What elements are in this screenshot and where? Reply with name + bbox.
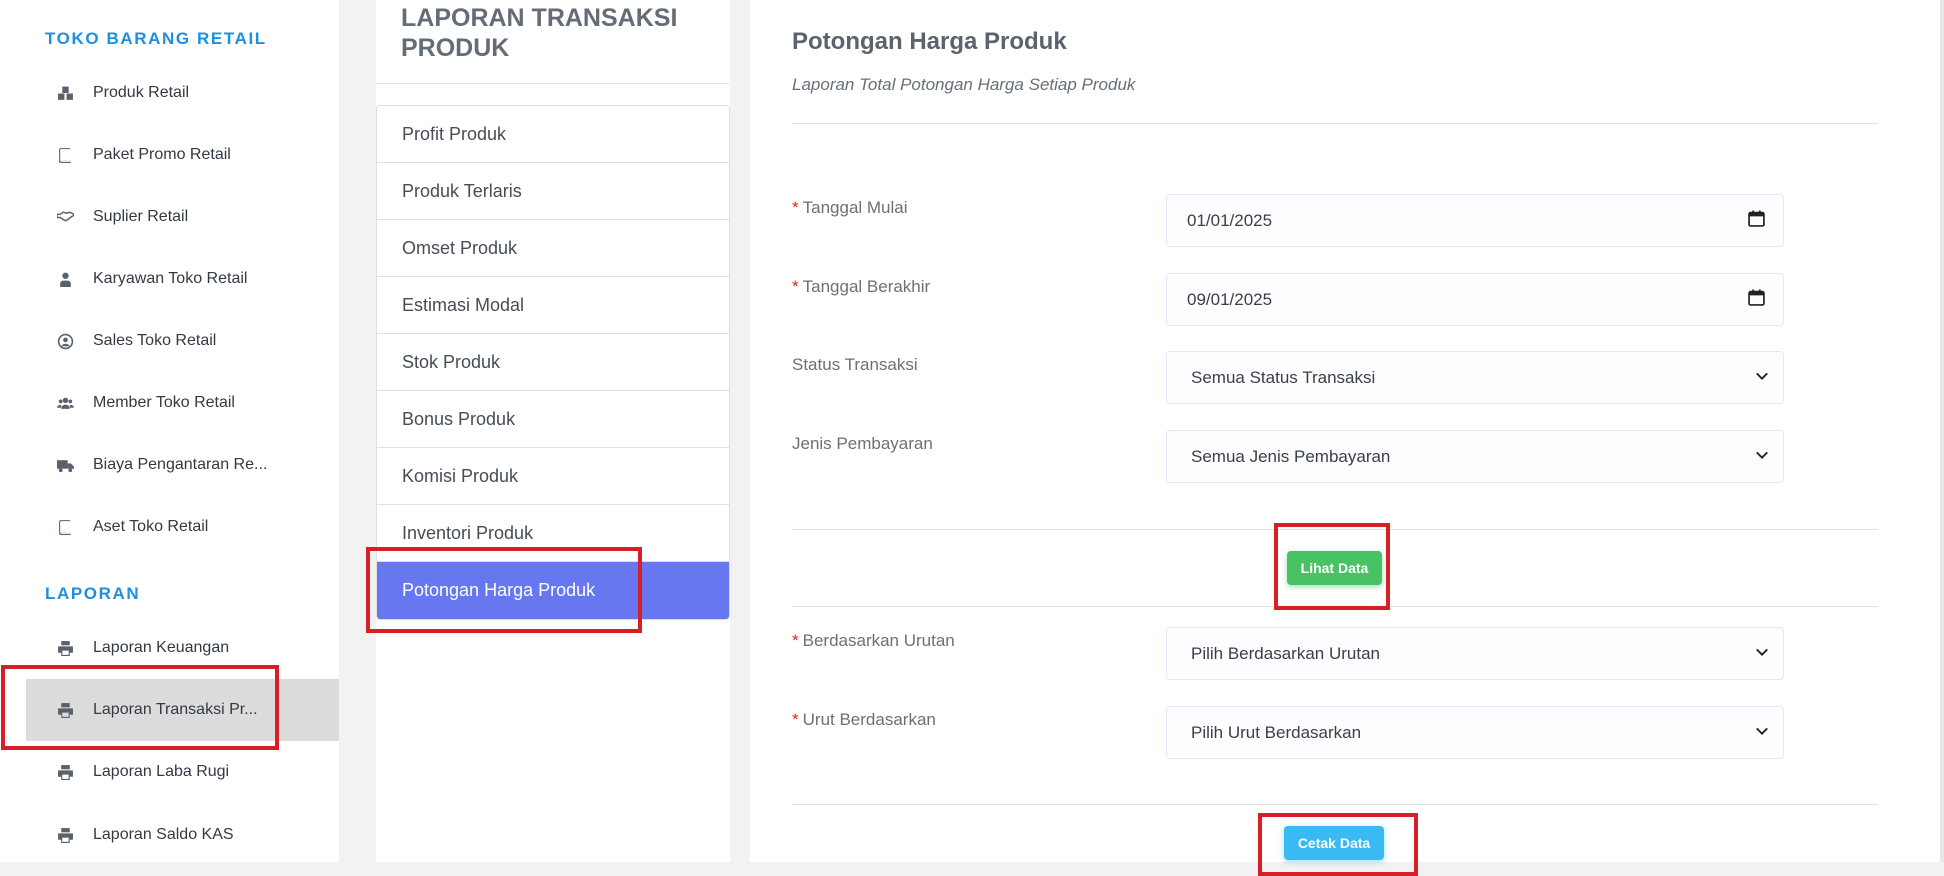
divider — [792, 606, 1878, 607]
sidebar-item-label: Karyawan Toko Retail — [93, 270, 248, 287]
report-menu-list: Profit Produk Produk Terlaris Omset Prod… — [376, 105, 730, 620]
app-window: TOKO BARANG RETAIL Produk Retail Paket P… — [0, 0, 1944, 876]
end-date-input[interactable]: 09/01/2025 — [1166, 273, 1784, 326]
sidebar-item-laporan-laba-rugi[interactable]: Laporan Laba Rugi — [26, 741, 339, 803]
print-icon — [56, 763, 74, 781]
divider — [792, 804, 1878, 805]
sidebar-item-produk-retail[interactable]: Produk Retail — [26, 62, 339, 124]
page-subtitle: Laporan Total Potongan Harga Setiap Prod… — [792, 75, 1136, 94]
page-scrollbar[interactable] — [1940, 0, 1944, 862]
sort-by-value: Pilih Urut Berdasarkan — [1191, 722, 1362, 742]
sidebar: TOKO BARANG RETAIL Produk Retail Paket P… — [0, 0, 339, 862]
view-data-button[interactable]: Lihat Data — [1287, 551, 1382, 585]
divider — [376, 83, 730, 84]
sidebar-item-aset[interactable]: Aset Toko Retail — [26, 496, 339, 558]
chevron-down-icon — [1755, 723, 1769, 743]
report-menu-title: LAPORAN TRANSAKSI PRODUK — [401, 4, 678, 62]
print-icon — [56, 701, 74, 719]
sidebar-item-label: Aset Toko Retail — [93, 518, 209, 535]
report-menu-item-estimasi-modal[interactable]: Estimasi Modal — [377, 277, 729, 334]
order-by-select[interactable]: Pilih Berdasarkan Urutan — [1166, 627, 1784, 680]
report-menu-panel: LAPORAN TRANSAKSI PRODUK Profit Produk P… — [376, 0, 730, 862]
report-menu-item-potongan-harga[interactable]: Potongan Harga Produk — [377, 562, 729, 619]
sidebar-item-biaya-pengantaran[interactable]: Biaya Pengantaran Re... — [26, 434, 339, 496]
sort-by-select[interactable]: Pilih Urut Berdasarkan — [1166, 706, 1784, 759]
report-form-panel: Potongan Harga Produk Laporan Total Poto… — [750, 0, 1940, 862]
sidebar-section-toko: TOKO BARANG RETAIL — [45, 29, 267, 48]
end-date-label: * Tanggal Berakhir — [792, 277, 931, 296]
divider — [792, 529, 1878, 530]
payment-value: Semua Jenis Pembayaran — [1191, 446, 1391, 466]
sidebar-item-label: Biaya Pengantaran Re... — [93, 456, 268, 473]
sidebar-item-label: Laporan Transaksi Pr... — [93, 701, 258, 718]
sidebar-item-label: Suplier Retail — [93, 208, 189, 225]
print-icon — [56, 639, 74, 657]
sidebar-section-laporan: LAPORAN — [45, 584, 141, 603]
start-date-input[interactable]: 01/01/2025 — [1166, 194, 1784, 247]
print-data-button[interactable]: Cetak Data — [1284, 826, 1384, 860]
sidebar-item-label: Laporan Saldo KAS — [93, 826, 234, 843]
status-select[interactable]: Semua Status Transaksi — [1166, 351, 1784, 404]
report-menu-item-inventori[interactable]: Inventori Produk — [377, 505, 729, 562]
sidebar-item-laporan-transaksi[interactable]: Laporan Transaksi Pr... — [26, 679, 339, 741]
cubes-icon — [56, 84, 74, 102]
sidebar-item-label: Laporan Keuangan — [93, 639, 230, 656]
sidebar-item-label: Laporan Laba Rugi — [93, 763, 230, 780]
sidebar-item-label: Member Toko Retail — [93, 394, 235, 411]
report-menu-item-bonus[interactable]: Bonus Produk — [377, 391, 729, 448]
report-menu-item-terlaris[interactable]: Produk Terlaris — [377, 163, 729, 220]
calendar-icon[interactable] — [1748, 289, 1765, 311]
end-date-value: 09/01/2025 — [1187, 289, 1273, 309]
book-icon — [56, 146, 74, 164]
sidebar-item-paket-promo[interactable]: Paket Promo Retail — [26, 124, 339, 186]
sidebar-item-suplier[interactable]: Suplier Retail — [26, 186, 339, 248]
chevron-down-icon — [1755, 368, 1769, 388]
status-label: Status Transaksi — [792, 355, 918, 374]
report-menu-item-komisi[interactable]: Komisi Produk — [377, 448, 729, 505]
print-icon — [56, 826, 74, 844]
start-date-label: * Tanggal Mulai — [792, 198, 908, 217]
sidebar-item-label: Paket Promo Retail — [93, 146, 231, 163]
user-circle-icon — [56, 332, 74, 350]
sidebar-item-member[interactable]: Member Toko Retail — [26, 372, 339, 434]
required-mark: * — [792, 198, 799, 217]
sidebar-item-laporan-keuangan[interactable]: Laporan Keuangan — [26, 617, 339, 679]
sort-by-label: * Urut Berdasarkan — [792, 710, 936, 729]
order-by-label: * Berdasarkan Urutan — [792, 631, 955, 650]
report-menu-item-omset[interactable]: Omset Produk — [377, 220, 729, 277]
chevron-down-icon — [1755, 644, 1769, 664]
sidebar-item-karyawan[interactable]: Karyawan Toko Retail — [26, 248, 339, 310]
book-icon — [56, 518, 74, 536]
divider — [792, 123, 1878, 124]
sidebar-item-laporan-saldo-kas[interactable]: Laporan Saldo KAS — [26, 804, 339, 862]
order-by-value: Pilih Berdasarkan Urutan — [1191, 643, 1380, 663]
user-tie-icon — [56, 270, 74, 288]
sidebar-item-sales[interactable]: Sales Toko Retail — [26, 310, 339, 372]
chevron-down-icon — [1755, 447, 1769, 467]
users-icon — [56, 394, 74, 412]
truck-icon — [56, 456, 74, 474]
required-mark: * — [792, 710, 799, 729]
required-mark: * — [792, 631, 799, 650]
payment-select[interactable]: Semua Jenis Pembayaran — [1166, 430, 1784, 483]
required-mark: * — [792, 277, 799, 296]
page-title: Potongan Harga Produk — [792, 28, 1067, 55]
report-menu-item-profit[interactable]: Profit Produk — [377, 106, 729, 163]
handshake-icon — [56, 208, 74, 226]
sidebar-item-label: Produk Retail — [93, 84, 190, 101]
sidebar-item-label: Sales Toko Retail — [93, 332, 217, 349]
payment-label: Jenis Pembayaran — [792, 434, 933, 453]
start-date-value: 01/01/2025 — [1187, 210, 1273, 230]
status-value: Semua Status Transaksi — [1191, 367, 1376, 387]
calendar-icon[interactable] — [1748, 210, 1765, 232]
report-menu-item-stok[interactable]: Stok Produk — [377, 334, 729, 391]
